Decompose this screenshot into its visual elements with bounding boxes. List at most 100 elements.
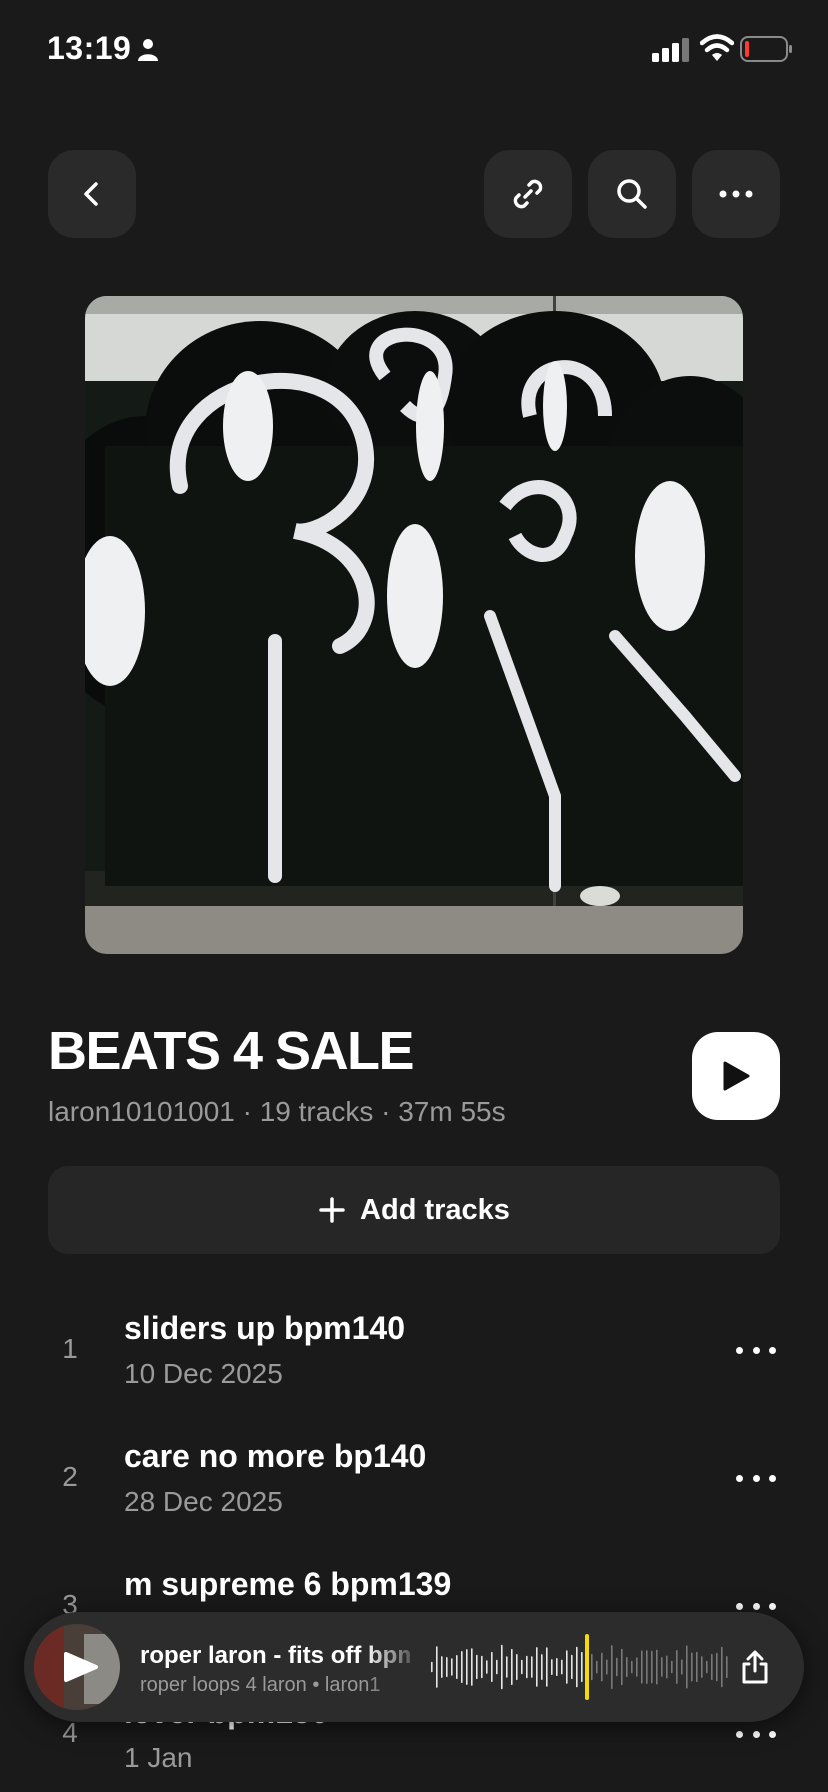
waveform-bar [546, 1647, 548, 1687]
waveform-bar [441, 1656, 443, 1678]
waveform-scrubber[interactable] [430, 1634, 730, 1700]
waveform-bar [481, 1655, 483, 1679]
waveform-bar [446, 1657, 448, 1677]
signal-icon [652, 38, 689, 62]
waveform-bar [576, 1646, 578, 1688]
track-more-button[interactable] [736, 1340, 776, 1360]
waveform-bar [591, 1653, 593, 1681]
waveform-bar [526, 1655, 528, 1679]
waveform-bar [706, 1660, 708, 1674]
waveform-bar [616, 1657, 618, 1677]
waveform-bar [631, 1660, 633, 1674]
share-button[interactable] [730, 1642, 780, 1692]
track-more-button[interactable] [736, 1468, 776, 1488]
now-playing-artwork[interactable] [34, 1624, 120, 1710]
wifi-icon [700, 34, 734, 61]
waveform-bar [436, 1646, 438, 1688]
waveform-bar [566, 1650, 568, 1684]
chevron-left-icon [84, 182, 98, 206]
back-button[interactable] [48, 150, 136, 238]
waveform-bar [621, 1648, 623, 1686]
waveform-bar [501, 1644, 503, 1690]
waveform-bar [726, 1656, 728, 1678]
play-button[interactable] [692, 1032, 780, 1120]
add-tracks-label: Add tracks [360, 1193, 510, 1226]
playlist-meta: laron10101001 · 19 tracks · 37m 55s [48, 1096, 506, 1127]
waveform-bar [511, 1648, 513, 1686]
share-icon [742, 1650, 768, 1684]
waveform-bar [521, 1659, 523, 1675]
waveform-bar [491, 1651, 493, 1682]
more-options-button[interactable] [692, 150, 780, 238]
copy-link-button[interactable] [484, 150, 572, 238]
add-tracks-button[interactable]: Add tracks [48, 1166, 780, 1254]
track-title: m supreme 6 bpm139 [124, 1566, 452, 1602]
waveform-bar [431, 1661, 433, 1673]
track-number: 1 [62, 1333, 78, 1364]
waveform-bar [701, 1656, 703, 1678]
track-row[interactable]: 2 care no more bp140 28 Dec 2025 [0, 1428, 828, 1548]
link-icon [513, 179, 543, 209]
waveform-bar [551, 1659, 553, 1675]
waveform-bar [626, 1657, 628, 1677]
track-row[interactable]: 1 sliders up bpm140 10 Dec 2025 [0, 1300, 828, 1420]
waveform-bar [571, 1654, 573, 1680]
plus-icon [319, 1197, 345, 1223]
playhead-marker[interactable] [585, 1634, 589, 1700]
waveform-bar [606, 1659, 608, 1675]
waveform-bar [536, 1647, 538, 1687]
waveform-bar [476, 1654, 478, 1680]
track-date: 1 Jan [124, 1742, 193, 1773]
battery-icon [740, 36, 792, 62]
waveform-bar [496, 1659, 498, 1675]
status-time: 13:19 [47, 30, 132, 66]
waveform-bar [506, 1656, 508, 1678]
ellipsis-icon [719, 190, 753, 198]
waveform-bar [451, 1658, 453, 1676]
waveform-bar [561, 1659, 563, 1675]
waveform-bar [681, 1659, 683, 1675]
status-bar: 13:19 [0, 0, 828, 100]
playlist-artwork [85, 296, 743, 954]
waveform-bar [721, 1646, 723, 1688]
waveform-bar [676, 1650, 678, 1684]
track-date: 10 Dec 2025 [124, 1358, 283, 1389]
track-more-button[interactable] [736, 1724, 776, 1744]
waveform-bar [711, 1653, 713, 1680]
person-icon [138, 39, 158, 61]
waveform-bar [611, 1645, 613, 1689]
waveform-bar [661, 1657, 663, 1677]
waveform-bar [641, 1650, 643, 1684]
waveform-bar [691, 1652, 693, 1682]
waveform-bar [471, 1648, 473, 1686]
waveform-bar [601, 1652, 603, 1682]
waveform-bar [516, 1654, 518, 1681]
waveform-bar [486, 1660, 488, 1674]
search-button[interactable] [588, 150, 676, 238]
waveform-bar [666, 1655, 668, 1679]
track-title: sliders up bpm140 [124, 1310, 405, 1346]
waveform-bar [716, 1652, 718, 1682]
waveform-bar [696, 1651, 698, 1683]
waveform-bar [596, 1660, 598, 1674]
waveform-bar [541, 1654, 543, 1680]
waveform-bar [456, 1655, 458, 1679]
waveform-bar [636, 1657, 638, 1677]
playlist-title: BEATS 4 SALE [48, 1021, 415, 1081]
mini-player[interactable]: roper laron - fits off bpm roper loops 4… [24, 1612, 804, 1722]
waveform-bar [671, 1660, 673, 1674]
track-title: care no more bp140 [124, 1438, 427, 1474]
waveform-bar [646, 1650, 648, 1684]
waveform-bar [531, 1656, 533, 1678]
waveform-bar [651, 1650, 653, 1684]
waveform-bar [581, 1651, 583, 1683]
track-number: 2 [62, 1461, 78, 1492]
waveform-bar [556, 1658, 558, 1676]
waveform-bar [461, 1651, 463, 1683]
play-icon [723, 1061, 750, 1091]
waveform-bar [466, 1649, 468, 1685]
search-icon [617, 179, 647, 209]
track-date: 28 Dec 2025 [124, 1486, 283, 1517]
waveform-bar [686, 1645, 688, 1689]
waveform-bar [656, 1649, 658, 1685]
